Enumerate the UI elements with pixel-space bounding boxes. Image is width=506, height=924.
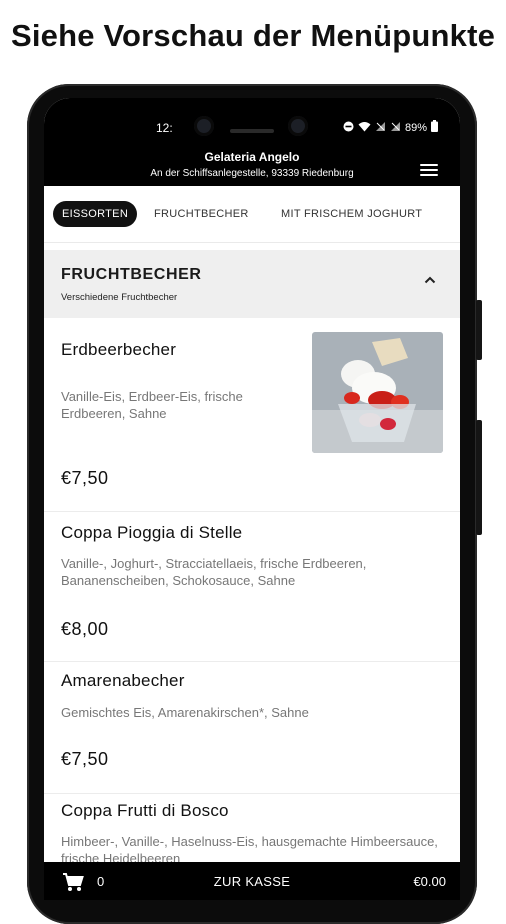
- menu-item[interactable]: Amarenabecher Gemischtes Eis, Amarenakir…: [44, 661, 460, 794]
- menu-item[interactable]: Coppa Pioggia di Stelle Vanille-, Joghur…: [44, 511, 460, 662]
- wifi-icon: [358, 121, 371, 135]
- shop-name: Gelateria Angelo: [204, 150, 300, 164]
- shop-address: An der Schiffsanlegestelle, 93339 Rieden…: [150, 168, 354, 179]
- item-name: Coppa Pioggia di Stelle: [61, 523, 243, 542]
- menu-item[interactable]: Erdbeerbecher Vanille-Eis, Erdbeer-Eis, …: [44, 318, 460, 512]
- phone-side-button: [476, 420, 482, 535]
- status-time: 12:: [156, 121, 173, 135]
- app-header: 12: 89% Gelateria Angelo An der Schiffsa…: [44, 98, 460, 186]
- phone-side-button: [476, 300, 482, 360]
- item-name: Coppa Frutti di Bosco: [61, 801, 229, 820]
- page-headline: Siehe Vorschau der Menüpunkte: [10, 18, 496, 53]
- chevron-up-icon[interactable]: [422, 272, 438, 288]
- app-screen: 12: 89% Gelateria Angelo An der Schiffsa…: [44, 98, 460, 900]
- signal-icon: [375, 121, 386, 135]
- item-name: Erdbeerbecher: [61, 340, 177, 359]
- tab-eissorten[interactable]: EISSORTEN: [53, 201, 138, 227]
- tab-fruchtbecher[interactable]: FRUCHTBECHER: [154, 201, 249, 227]
- item-name: Amarenabecher: [61, 671, 185, 690]
- item-description: Vanille-Eis, Erdbeer-Eis, frische Erdbee…: [61, 389, 243, 421]
- item-photo: [312, 332, 443, 453]
- tab-joghurt[interactable]: MIT FRISCHEM JOGHURT: [281, 201, 422, 227]
- cart-total: €0.00: [413, 874, 446, 889]
- item-description: Vanille-, Joghurt-, Stracciatellaeis, fr…: [61, 556, 367, 588]
- item-description: Gemischtes Eis, Amarenakirschen*, Sahne: [61, 705, 309, 720]
- item-price: €7,50: [61, 749, 109, 769]
- item-price: €8,00: [61, 619, 109, 639]
- menu-item[interactable]: Coppa Frutti di Bosco Himbeer-, Vanille-…: [44, 793, 460, 873]
- section-header[interactable]: FRUCHTBECHER Verschiedene Fruchtbecher: [44, 250, 460, 318]
- section-subtitle: Verschiedene Fruchtbecher: [61, 292, 178, 303]
- do-not-disturb-icon: [343, 121, 354, 135]
- menu-icon[interactable]: [420, 164, 438, 178]
- category-tabs: EISSORTEN FRUCHTBECHER MIT FRISCHEM JOGH…: [44, 186, 460, 243]
- battery-percent: 89%: [404, 121, 427, 134]
- battery-icon: [431, 120, 438, 135]
- signal-icon: [390, 121, 401, 135]
- status-bar: 12: 89%: [44, 120, 460, 138]
- section-title: FRUCHTBECHER: [61, 266, 202, 283]
- item-price: €7,50: [61, 468, 109, 488]
- checkout-button[interactable]: ZUR KASSE: [44, 874, 460, 889]
- cart-bar: 0 ZUR KASSE €0.00: [44, 862, 460, 900]
